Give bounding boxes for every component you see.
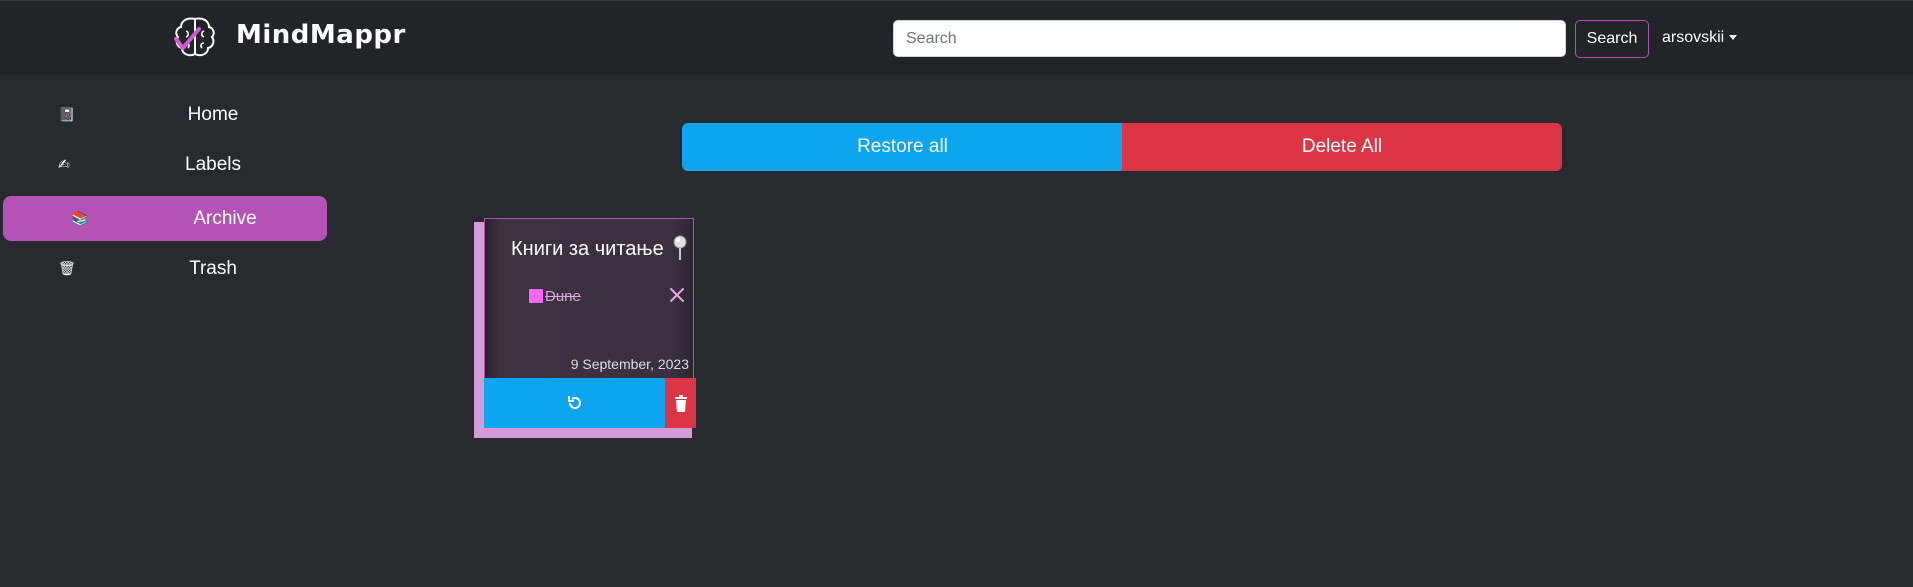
sidebar-item-label: Trash xyxy=(189,257,237,279)
search-button[interactable]: Search xyxy=(1575,20,1649,58)
note-date: 9 September, 2023 xyxy=(570,356,689,372)
restore-icon xyxy=(567,396,581,409)
user-dropdown[interactable]: arsovskii xyxy=(1662,29,1738,47)
restore-all-button[interactable]: Restore all xyxy=(682,123,1123,171)
sidebar-item-labels[interactable]: ✍ Labels xyxy=(3,142,327,187)
search-input[interactable] xyxy=(893,20,1566,57)
delete-note-button[interactable] xyxy=(665,378,696,428)
trash-icon xyxy=(674,394,687,412)
top-navbar: MindMappr Search arsovskii xyxy=(0,0,1913,75)
restore-note-button[interactable] xyxy=(484,378,665,428)
brand-name[interactable]: MindMappr xyxy=(236,20,406,50)
delete-all-button[interactable]: Delete All xyxy=(1122,123,1562,171)
sidebar-item-trash[interactable]: 🗑 Trash xyxy=(3,246,327,291)
close-icon[interactable] xyxy=(669,287,685,303)
pin-icon[interactable] xyxy=(671,235,689,261)
note-title: Книги за читање xyxy=(511,238,664,260)
brain-logo-icon[interactable] xyxy=(172,15,218,59)
checklist-item-text: Dune xyxy=(545,288,581,305)
sidebar-item-archive[interactable]: 📚 Archive xyxy=(3,196,327,241)
caret-down-icon xyxy=(1729,34,1738,40)
sidebar-item-label: Archive xyxy=(193,207,257,229)
sidebar-item-label: Labels xyxy=(185,153,241,175)
note-card-edge xyxy=(474,428,692,438)
checkbox-checked[interactable] xyxy=(529,289,543,303)
sidebar-item-home[interactable]: 📓 Home xyxy=(3,92,327,137)
username: arsovskii xyxy=(1662,29,1725,46)
sidebar-item-label: Home xyxy=(187,103,239,125)
note-card[interactable]: Книги за читање Dune 9 September, 2023 xyxy=(474,218,700,440)
